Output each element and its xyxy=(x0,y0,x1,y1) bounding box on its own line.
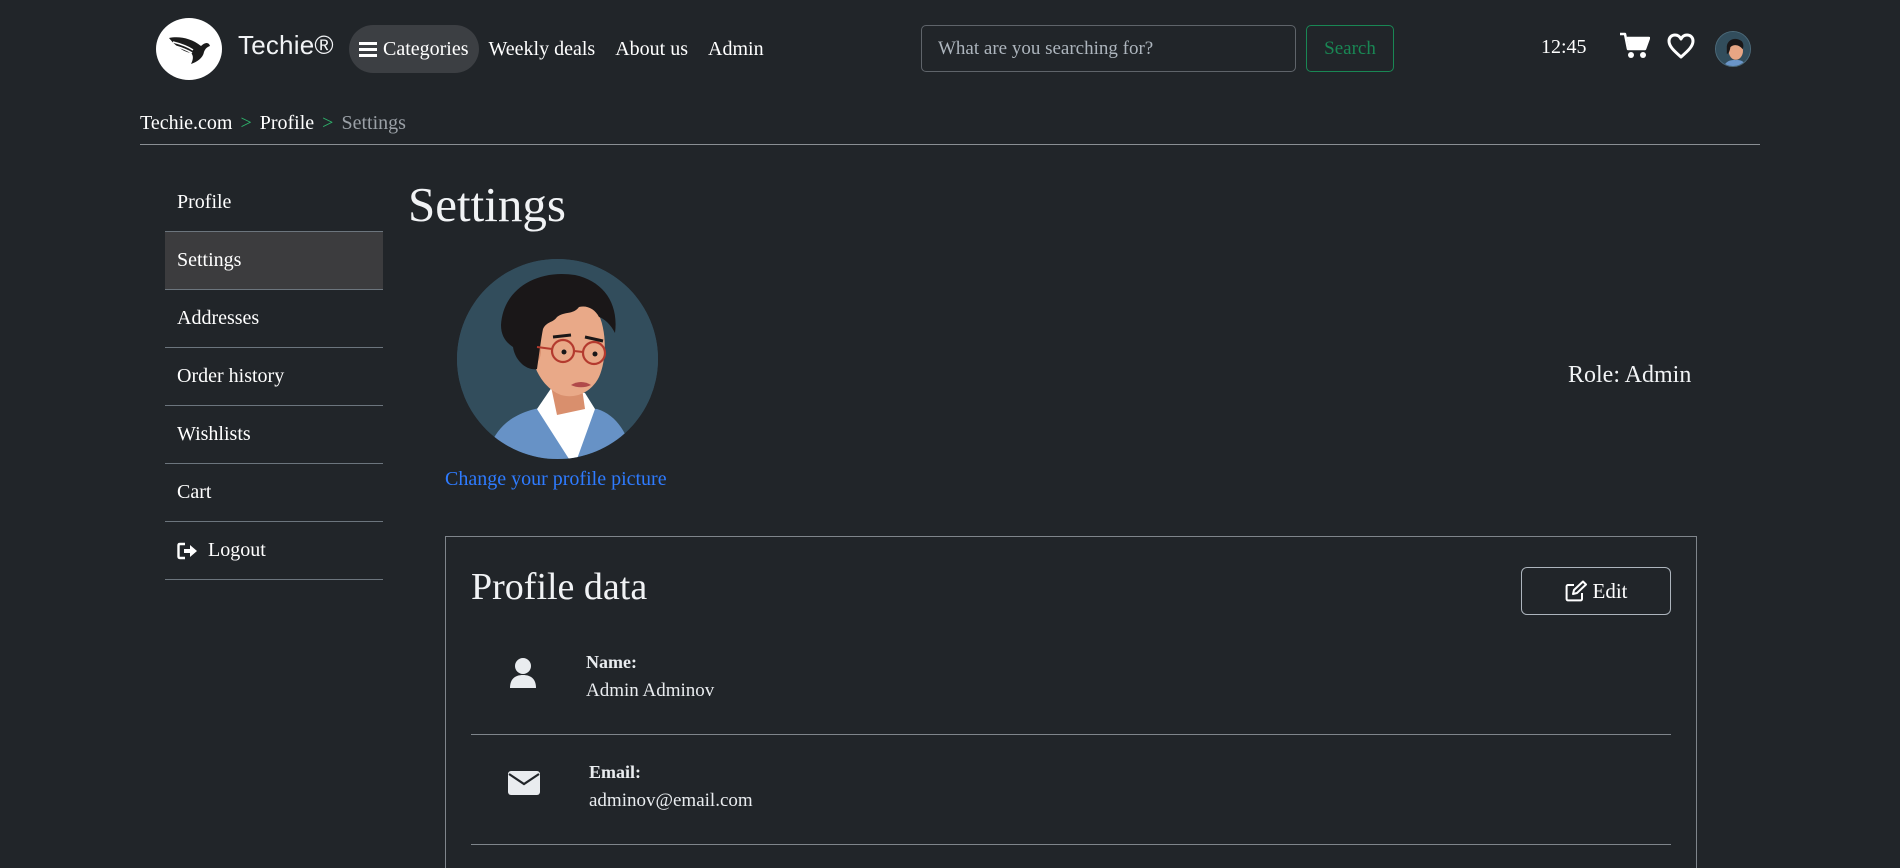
sidebar-item-addresses[interactable]: Addresses xyxy=(165,290,383,348)
breadcrumb-separator: > xyxy=(322,112,334,134)
user-avatar[interactable] xyxy=(1715,31,1751,67)
search-input[interactable] xyxy=(921,25,1296,72)
profile-data-card: Profile data Edit Name: Admin Adminov Em… xyxy=(445,536,1697,868)
page-title: Settings xyxy=(408,177,566,232)
field-label: Name: xyxy=(586,652,637,672)
brand-logo[interactable] xyxy=(156,18,222,80)
sidebar-item-profile[interactable]: Profile xyxy=(165,174,383,232)
profile-field-name: Name: Admin Adminov xyxy=(471,625,1671,735)
sidebar-item-order-history[interactable]: Order history xyxy=(165,348,383,406)
edit-button[interactable]: Edit xyxy=(1521,567,1671,615)
breadcrumb-current: Settings xyxy=(341,112,406,134)
sidebar-item-label: Cart xyxy=(177,481,212,503)
settings-sidebar: Profile Settings Addresses Order history… xyxy=(165,174,383,580)
edit-label: Edit xyxy=(1592,578,1628,603)
heart-icon[interactable] xyxy=(1667,33,1695,59)
sidebar-item-cart[interactable]: Cart xyxy=(165,464,383,522)
nav-weekly-deals[interactable]: Weekly deals xyxy=(489,38,596,61)
categories-button[interactable]: Categories xyxy=(349,25,479,73)
sidebar-item-label: Addresses xyxy=(177,307,260,329)
profile-field-email: Email: adminov@email.com xyxy=(471,735,1671,845)
sidebar-item-label: Profile xyxy=(177,191,232,213)
sidebar-item-label: Wishlists xyxy=(177,423,251,445)
sidebar-item-settings[interactable]: Settings xyxy=(165,232,383,290)
nav-about-us[interactable]: About us xyxy=(615,38,688,61)
avatar-image xyxy=(1716,32,1750,66)
breadcrumb-home[interactable]: Techie.com xyxy=(140,112,232,135)
sidebar-item-label: Order history xyxy=(177,365,285,387)
clock: 12:45 xyxy=(1541,36,1587,58)
edit-icon xyxy=(1565,580,1587,602)
field-value: adminov@email.com xyxy=(589,790,753,811)
search-button[interactable]: Search xyxy=(1306,25,1394,72)
change-profile-picture-link[interactable]: Change your profile picture xyxy=(445,468,667,491)
breadcrumb-profile[interactable]: Profile xyxy=(260,112,314,135)
card-title: Profile data xyxy=(471,566,648,608)
bird-logo-icon xyxy=(169,37,210,64)
breadcrumb: Techie.com > Profile > Settings xyxy=(140,112,406,135)
field-value: Admin Adminov xyxy=(586,680,715,701)
hamburger-icon xyxy=(359,42,377,57)
main-nav: Categories Weekly deals About us Admin xyxy=(349,24,773,74)
top-navbar: Techie® Categories Weekly deals About us… xyxy=(156,18,1751,80)
nav-admin[interactable]: Admin xyxy=(708,38,764,61)
user-icon xyxy=(510,658,536,688)
sidebar-item-logout[interactable]: Logout xyxy=(165,522,383,580)
profile-picture xyxy=(457,259,658,459)
sidebar-item-label: Settings xyxy=(177,249,242,271)
logout-icon xyxy=(177,542,197,559)
categories-label: Categories xyxy=(383,37,469,60)
cart-icon[interactable] xyxy=(1620,32,1650,60)
brand-name[interactable]: Techie® xyxy=(238,30,334,61)
profile-avatar-image xyxy=(457,259,658,459)
envelope-icon xyxy=(508,771,540,795)
role-label: Role: Admin xyxy=(1568,362,1692,388)
field-label: Email: xyxy=(589,762,641,782)
sidebar-item-label: Logout xyxy=(208,539,266,561)
breadcrumb-separator: > xyxy=(240,112,252,134)
sidebar-item-wishlists[interactable]: Wishlists xyxy=(165,406,383,464)
breadcrumb-divider xyxy=(140,144,1760,145)
